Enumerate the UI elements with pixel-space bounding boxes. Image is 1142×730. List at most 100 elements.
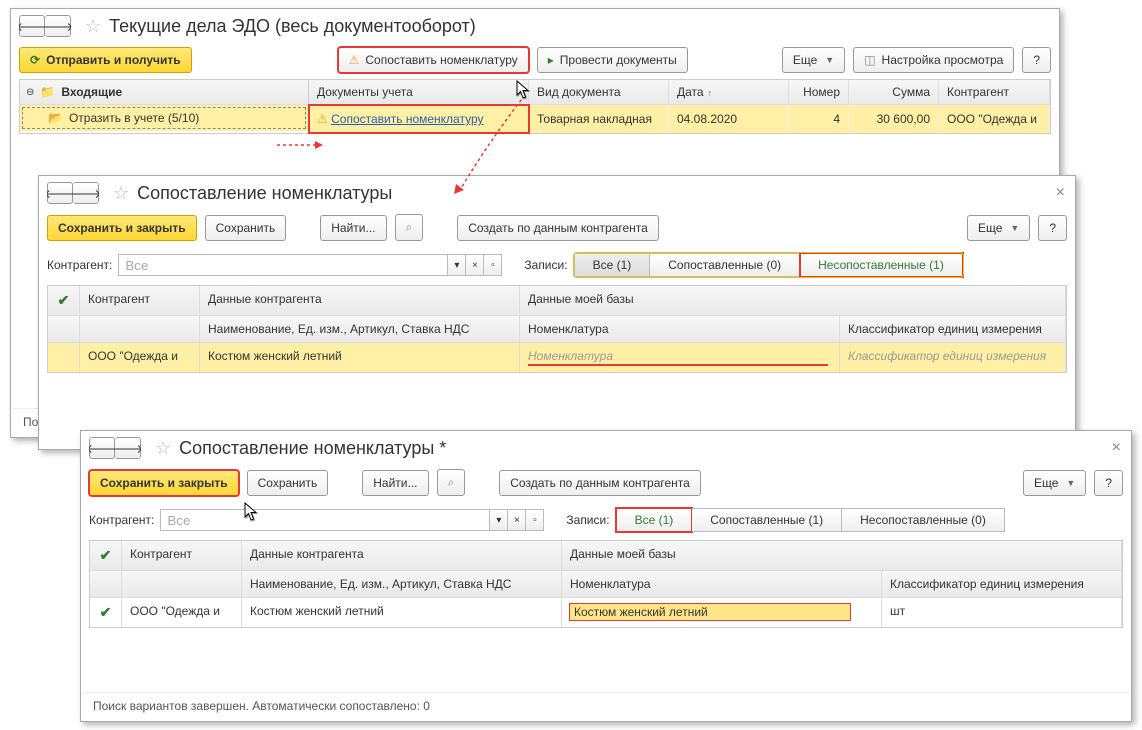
statusbar: Поиск вариантов завершен. Автоматически …	[83, 692, 1129, 719]
combo-clear-button[interactable]: ×	[466, 254, 484, 276]
records-label: Записи:	[566, 513, 609, 527]
clear-find-button[interactable]: ⌕	[395, 214, 424, 241]
combo-open-button[interactable]: ▫	[484, 254, 502, 276]
cell-name: Костюм женский летний	[242, 598, 562, 627]
save-button[interactable]: Сохранить	[247, 470, 329, 496]
combo-open-button[interactable]: ▫	[526, 509, 544, 531]
find-button[interactable]: Найти...	[362, 470, 428, 496]
col-mybase[interactable]: Данные моей базы	[562, 541, 1122, 570]
sidebar: ⊖📁Входящие 📂Отразить в учете (5/10)	[19, 79, 309, 134]
col-check: ✔	[90, 541, 122, 570]
table-header-1: ✔ Контрагент Данные контрагента Данные м…	[48, 286, 1066, 316]
clear-find-button[interactable]: ⌕	[437, 469, 466, 496]
cell-number: 4	[789, 105, 849, 133]
save-close-button[interactable]: Сохранить и закрыть	[89, 470, 239, 496]
records-label: Записи:	[524, 258, 567, 272]
post-documents-button[interactable]: ▸Провести документы	[537, 47, 688, 73]
filterbar: Контрагент: ▾ × ▫ Записи: Все (1) Сопост…	[39, 247, 1075, 283]
grid-header: Документы учета Вид документа Дата↑ Номе…	[309, 80, 1050, 105]
sidebar-item-reflect[interactable]: 📂Отразить в учете (5/10)	[20, 105, 308, 131]
combo-dropdown-button[interactable]: ▾	[490, 509, 508, 531]
table-row[interactable]: ООО "Одежда и Костюм женский летний Номе…	[48, 343, 1066, 372]
cell-nomenclature[interactable]: Номенклатура	[520, 343, 840, 372]
cell-date: 04.08.2020	[669, 105, 789, 133]
nav-forward-button[interactable]: 🡒	[73, 182, 99, 204]
filterbar: Контрагент: ▾ × ▫ Записи: Все (1) Сопост…	[81, 502, 1131, 538]
cell-classifier[interactable]: Классификатор единиц измерения	[840, 343, 1066, 372]
col-counterparty-data[interactable]: Данные контрагента	[200, 286, 520, 315]
favorite-icon[interactable]: ☆	[85, 16, 101, 37]
col-check: ✔	[48, 286, 80, 315]
col-name[interactable]: Наименование, Ед. изм., Артикул, Ставка …	[242, 571, 562, 597]
create-from-data-button[interactable]: Создать по данным контрагента	[499, 470, 701, 496]
nav-forward-button[interactable]: 🡒	[115, 437, 141, 459]
counterparty-label: Контрагент:	[47, 258, 112, 272]
table-header-2: Наименование, Ед. изм., Артикул, Ставка …	[48, 316, 1066, 343]
titlebar: 🡐 🡒 ☆ Текущие дела ЭДО (весь документооб…	[11, 9, 1059, 41]
match-table: ✔ Контрагент Данные контрагента Данные м…	[47, 285, 1067, 373]
more-button[interactable]: Еще▼	[1023, 470, 1086, 496]
more-button[interactable]: Еще▼	[782, 47, 845, 73]
help-button[interactable]: ?	[1038, 215, 1067, 241]
window-title: Сопоставление номенклатуры *	[179, 438, 446, 459]
seg-unmatched[interactable]: Несопоставленные (0)	[842, 508, 1005, 532]
col-counterparty[interactable]: Контрагент	[939, 80, 1050, 104]
cell-check: ✔	[90, 598, 122, 627]
combo-clear-button[interactable]: ×	[508, 509, 526, 531]
col-sum[interactable]: Сумма	[849, 80, 939, 104]
create-from-data-button[interactable]: Создать по данным контрагента	[457, 215, 659, 241]
nav-forward-button[interactable]: 🡒	[45, 15, 71, 37]
counterparty-combo[interactable]	[160, 509, 490, 531]
window-title: Текущие дела ЭДО (весь документооборот)	[109, 16, 476, 37]
col-counterparty[interactable]: Контрагент	[122, 541, 242, 570]
seg-matched[interactable]: Сопоставленные (1)	[692, 508, 842, 532]
seg-all[interactable]: Все (1)	[616, 508, 693, 532]
seg-all[interactable]: Все (1)	[574, 253, 651, 277]
col-classifier[interactable]: Классификатор единиц измерения	[840, 316, 1066, 342]
match-nomenclature-button[interactable]: ⚠Сопоставить номенклатуру	[338, 47, 529, 73]
toolbar: Сохранить и закрыть Сохранить Найти... ⌕…	[81, 463, 1131, 502]
view-settings-button[interactable]: ◫Настройка просмотра	[853, 47, 1014, 73]
toolbar: ⟳Отправить и получить ⚠Сопоставить номен…	[11, 41, 1059, 79]
window-title: Сопоставление номенклатуры	[137, 183, 392, 204]
cell-nomenclature[interactable]: Костюм женский летний	[562, 598, 882, 627]
table-row[interactable]: ✔ ООО "Одежда и Костюм женский летний Ко…	[90, 598, 1122, 627]
close-button[interactable]: ×	[1056, 184, 1065, 202]
col-date[interactable]: Дата↑	[669, 80, 789, 104]
save-close-button[interactable]: Сохранить и закрыть	[47, 215, 197, 241]
favorite-icon[interactable]: ☆	[155, 438, 171, 459]
col-mybase[interactable]: Данные моей базы	[520, 286, 1066, 315]
help-button[interactable]: ?	[1094, 470, 1123, 496]
cell-sum: 30 600,00	[849, 105, 939, 133]
combo-dropdown-button[interactable]: ▾	[448, 254, 466, 276]
col-number[interactable]: Номер	[789, 80, 849, 104]
col-nomenclature[interactable]: Номенклатура	[520, 316, 840, 342]
more-button[interactable]: Еще▼	[967, 215, 1030, 241]
favorite-icon[interactable]: ☆	[113, 183, 129, 204]
cell-counterparty: ООО "Одежда и	[80, 343, 200, 372]
col-classifier[interactable]: Классификатор единиц измерения	[882, 571, 1122, 597]
save-button[interactable]: Сохранить	[205, 215, 287, 241]
counterparty-combo[interactable]	[118, 254, 448, 276]
titlebar: 🡐 🡒 ☆ Сопоставление номенклатуры	[39, 176, 1075, 208]
send-receive-button[interactable]: ⟳Отправить и получить	[19, 47, 192, 73]
records-segment: Все (1) Сопоставленные (1) Несопоставлен…	[616, 508, 1005, 532]
grid-row[interactable]: ⚠ Сопоставить номенклатуру Товарная накл…	[309, 105, 1050, 133]
find-button[interactable]: Найти...	[320, 215, 386, 241]
sidebar-header[interactable]: ⊖📁Входящие	[20, 80, 308, 105]
cursor-icon	[516, 80, 532, 100]
col-nomenclature[interactable]: Номенклатура	[562, 571, 882, 597]
seg-unmatched[interactable]: Несопоставленные (1)	[800, 253, 963, 277]
col-counterparty[interactable]: Контрагент	[80, 286, 200, 315]
col-doctype[interactable]: Вид документа	[529, 80, 669, 104]
close-button[interactable]: ×	[1112, 439, 1121, 457]
col-name[interactable]: Наименование, Ед. изм., Артикул, Ставка …	[200, 316, 520, 342]
seg-matched[interactable]: Сопоставленные (0)	[650, 253, 800, 277]
help-button[interactable]: ?	[1022, 47, 1051, 73]
col-documents[interactable]: Документы учета	[309, 80, 529, 104]
counterparty-label: Контрагент:	[89, 513, 154, 527]
table-header-2: Наименование, Ед. изм., Артикул, Ставка …	[90, 571, 1122, 598]
col-counterparty-data[interactable]: Данные контрагента	[242, 541, 562, 570]
records-segment: Все (1) Сопоставленные (0) Несопоставлен…	[574, 253, 963, 277]
cell-doc-link: ⚠ Сопоставить номенклатуру	[309, 105, 529, 133]
